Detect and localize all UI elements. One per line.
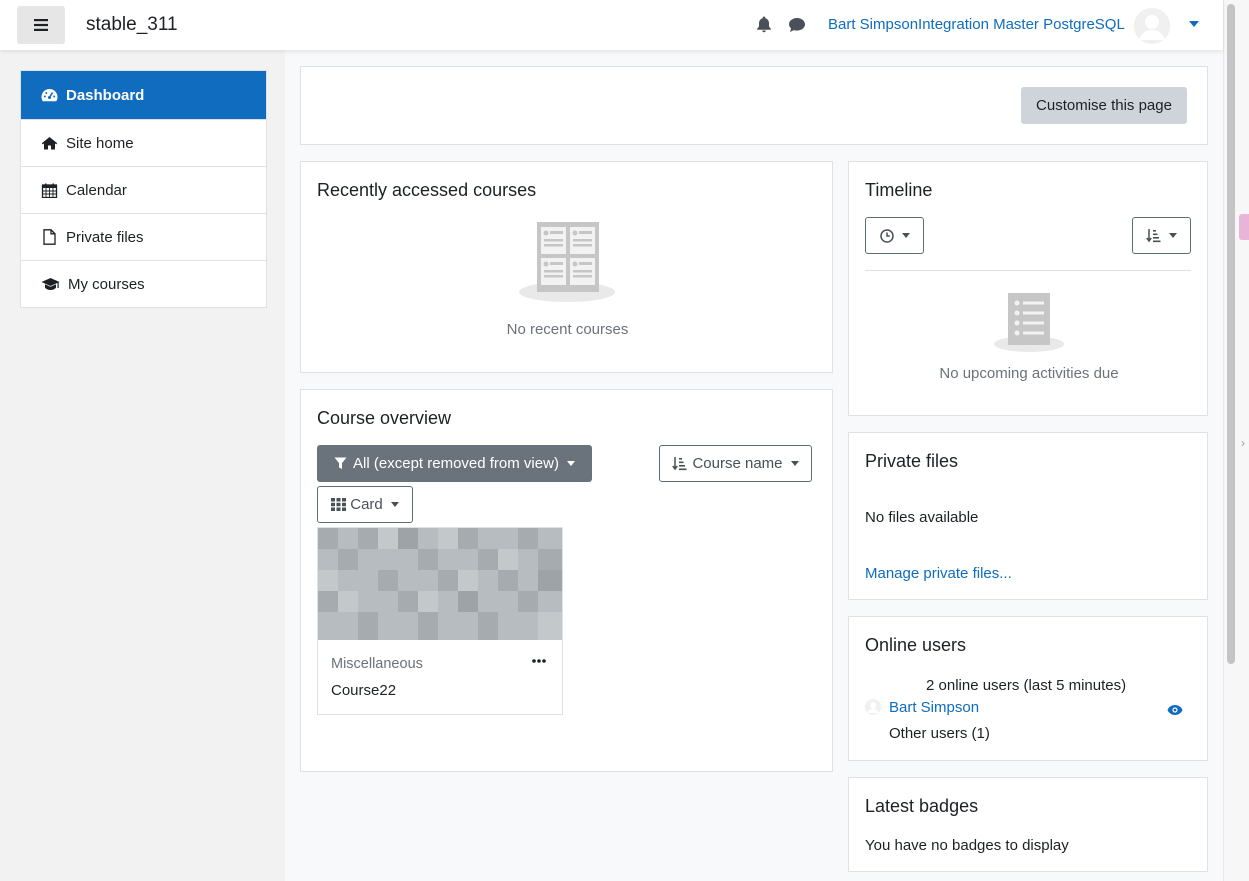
- course-actions-button[interactable]: [532, 659, 546, 663]
- other-users-count: Other users (1): [889, 725, 990, 742]
- timeline-sort[interactable]: [1132, 217, 1191, 254]
- empty-message: No recent courses: [506, 321, 629, 338]
- view-dropdown[interactable]: Card: [317, 486, 413, 523]
- divider: [865, 270, 1191, 271]
- page-header-card: Customise this page: [300, 66, 1208, 145]
- timeline-empty-icon: [993, 291, 1065, 353]
- messages-button[interactable]: [788, 17, 806, 33]
- block-title: Private files: [865, 451, 959, 471]
- online-users-block: Online users 2 online users (last 5 minu…: [848, 616, 1208, 761]
- customise-page-button[interactable]: Customise this page: [1021, 87, 1187, 124]
- nav-label: Dashboard: [66, 86, 145, 104]
- user-avatar-icon: [1134, 8, 1170, 44]
- manage-private-files-link[interactable]: Manage private files...: [865, 565, 1012, 582]
- chevron-down-icon: [1189, 21, 1199, 27]
- block-title: Latest badges: [865, 796, 979, 816]
- latest-badges-block: Latest badges You have no badges to disp…: [848, 777, 1208, 872]
- top-navbar: stable_311 Bart SimpsonIntegration Maste…: [0, 0, 1223, 50]
- nav-item-private-files[interactable]: Private files: [21, 213, 266, 260]
- chevron-down-icon: [390, 502, 399, 507]
- nav-label: My courses: [68, 275, 145, 293]
- empty-message: No files available: [865, 509, 979, 526]
- recent-courses-block: Recently accessed courses No recent cour…: [300, 161, 833, 373]
- sort-label: Course name: [692, 455, 783, 472]
- nav-item-site-home[interactable]: Site home: [21, 119, 266, 166]
- sort-amount-icon: [672, 457, 687, 471]
- block-title: Online users: [865, 635, 967, 655]
- user-menu-toggle[interactable]: [1189, 21, 1199, 27]
- online-user-link[interactable]: Bart Simpson: [889, 699, 979, 716]
- user-avatar-icon: [865, 699, 881, 715]
- graduation-cap-icon: [41, 278, 60, 290]
- grid-icon: [331, 498, 347, 511]
- chevron-down-icon: [566, 461, 575, 466]
- timeline-day-filter[interactable]: [865, 217, 924, 254]
- chevron-down-icon: [790, 461, 799, 466]
- empty-message: No upcoming activities due: [939, 365, 1119, 382]
- courses-empty-icon: [518, 219, 616, 303]
- chevron-right-icon[interactable]: ›: [1241, 436, 1245, 450]
- calendar-icon: [41, 183, 58, 198]
- scrollbar-thumb[interactable]: [1227, 4, 1235, 664]
- filter-label: All (except removed from view): [353, 455, 559, 472]
- timeline-block: Timeline No upcoming activities due: [848, 161, 1208, 416]
- block-title: Course overview: [317, 408, 452, 428]
- clock-icon: [879, 228, 894, 243]
- avatar[interactable]: [1134, 8, 1170, 44]
- nav-label: Site home: [66, 134, 134, 152]
- user-menu-name[interactable]: Bart SimpsonIntegration Master PostgreSQ…: [828, 16, 1125, 33]
- course-image[interactable]: [318, 528, 562, 640]
- chevron-down-icon: [901, 233, 910, 238]
- bell-icon: [757, 16, 771, 33]
- nav-item-calendar[interactable]: Calendar: [21, 166, 266, 213]
- grouping-filter-dropdown[interactable]: All (except removed from view): [317, 445, 592, 482]
- course-name[interactable]: Course22: [331, 682, 396, 699]
- chevron-down-icon: [1169, 233, 1177, 238]
- edge-tab: [1239, 214, 1249, 240]
- course-card[interactable]: Miscellaneous Course22: [317, 527, 563, 715]
- file-icon: [43, 229, 56, 245]
- nav-item-dashboard[interactable]: Dashboard: [21, 71, 266, 119]
- site-name[interactable]: stable_311: [86, 14, 178, 36]
- eye-icon: [1167, 705, 1183, 715]
- online-users-summary: 2 online users (last 5 minutes): [926, 677, 1127, 694]
- filter-icon: [334, 457, 347, 469]
- course-overview-block: Course overview All (except removed from…: [300, 389, 833, 772]
- ellipsis-icon: [532, 659, 546, 663]
- notifications-button[interactable]: [756, 16, 772, 33]
- block-title: Timeline: [865, 180, 933, 200]
- visibility-toggle[interactable]: [1167, 704, 1183, 716]
- block-title: Recently accessed courses: [317, 180, 537, 200]
- bars-icon: [34, 19, 48, 31]
- drawer-toggle-button[interactable]: [17, 6, 65, 44]
- course-category: Miscellaneous: [331, 656, 423, 672]
- private-files-block: Private files No files available Manage …: [848, 432, 1208, 600]
- sort-dropdown[interactable]: Course name: [659, 445, 812, 482]
- nav-label: Calendar: [66, 181, 127, 199]
- home-icon: [41, 137, 58, 150]
- view-label: Card: [350, 496, 383, 513]
- comment-icon: [789, 18, 805, 32]
- empty-message: You have no badges to display: [865, 837, 1069, 854]
- sort-amount-icon: [1146, 229, 1161, 243]
- tachometer-icon: [41, 89, 58, 102]
- nav-label: Private files: [66, 228, 144, 246]
- nav-item-my-courses[interactable]: My courses: [21, 260, 266, 307]
- nav-list: Dashboard Site home Calendar Private fil…: [20, 70, 267, 308]
